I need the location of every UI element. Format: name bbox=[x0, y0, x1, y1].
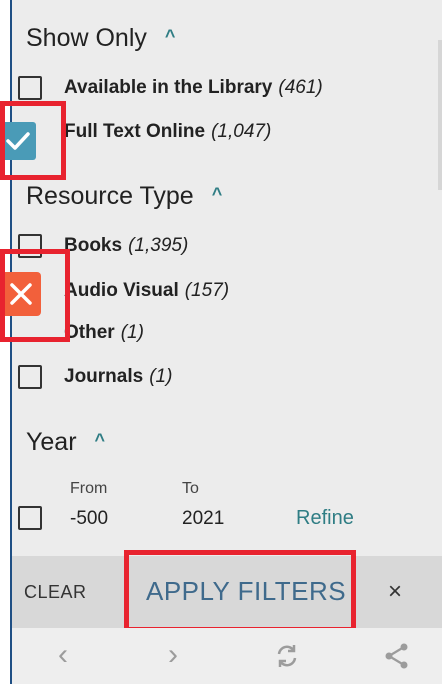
close-icon[interactable]: × bbox=[388, 578, 402, 606]
chevron-up-icon: ^ bbox=[164, 26, 176, 46]
year-to-input[interactable]: 2021 bbox=[182, 508, 224, 530]
year-header[interactable]: Year ^ bbox=[26, 428, 105, 457]
forward-icon[interactable]: › bbox=[168, 640, 178, 670]
filter-count: (1,395) bbox=[128, 235, 189, 256]
filter-label: Other bbox=[64, 322, 115, 343]
filter-count: (1) bbox=[149, 366, 173, 387]
filter-count: (461) bbox=[278, 77, 323, 98]
year-title: Year bbox=[26, 428, 77, 456]
filter-label: Available in the Library bbox=[64, 77, 273, 98]
checkbox[interactable] bbox=[18, 76, 42, 100]
filter-count: (1) bbox=[120, 322, 144, 343]
filter-label: Full Text Online bbox=[64, 121, 206, 142]
highlight-box-apply bbox=[124, 550, 356, 632]
chevron-up-icon: ^ bbox=[94, 430, 106, 450]
scrollbar[interactable] bbox=[438, 40, 442, 190]
highlight-box-exclude bbox=[0, 249, 70, 342]
checkbox[interactable] bbox=[18, 365, 42, 389]
filter-count: (157) bbox=[184, 280, 230, 301]
filter-label: Journals bbox=[64, 366, 144, 387]
year-checkbox[interactable] bbox=[18, 506, 42, 530]
refine-button[interactable]: Refine bbox=[296, 507, 354, 530]
resource-type-title: Resource Type bbox=[26, 182, 194, 210]
filter-label: Books bbox=[64, 235, 123, 256]
browser-nav-bar bbox=[12, 628, 442, 684]
show-only-title: Show Only bbox=[26, 24, 147, 52]
year-to-label: To bbox=[182, 480, 199, 497]
filter-available-in-library[interactable]: Available in the Library (461) bbox=[18, 76, 323, 100]
clear-button[interactable]: CLEAR bbox=[24, 582, 87, 603]
chevron-up-icon: ^ bbox=[211, 184, 223, 204]
resource-type-header[interactable]: Resource Type ^ bbox=[26, 182, 222, 211]
filter-count: (1,047) bbox=[211, 121, 272, 142]
highlight-box-include bbox=[0, 101, 66, 180]
share-icon[interactable] bbox=[383, 642, 411, 676]
show-only-header[interactable]: Show Only ^ bbox=[26, 24, 175, 53]
filter-label: Audio Visual bbox=[64, 280, 179, 301]
back-icon[interactable]: ‹ bbox=[58, 640, 68, 670]
refresh-icon[interactable] bbox=[273, 642, 301, 676]
year-from-input[interactable]: -500 bbox=[70, 508, 108, 530]
year-from-label: From bbox=[70, 480, 108, 497]
filter-journals[interactable]: Journals (1) bbox=[18, 365, 172, 389]
